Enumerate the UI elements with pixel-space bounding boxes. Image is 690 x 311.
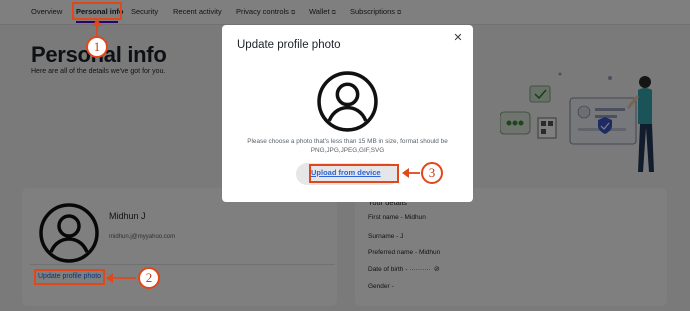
annotation-box-upload <box>309 164 399 183</box>
annotation-box-personal-info <box>72 2 122 20</box>
photo-requirements-text: Please choose a photo that's less than 1… <box>247 138 448 154</box>
modal-title: Update profile photo <box>237 39 341 51</box>
avatar-placeholder-icon <box>317 71 378 132</box>
annotation-box-update-photo <box>34 269 105 285</box>
annotation-step-3: 3 <box>421 162 443 184</box>
annotation-step-1: 1 <box>86 36 108 58</box>
close-icon[interactable]: ✕ <box>452 32 464 44</box>
annotation-step-2: 2 <box>138 267 160 289</box>
